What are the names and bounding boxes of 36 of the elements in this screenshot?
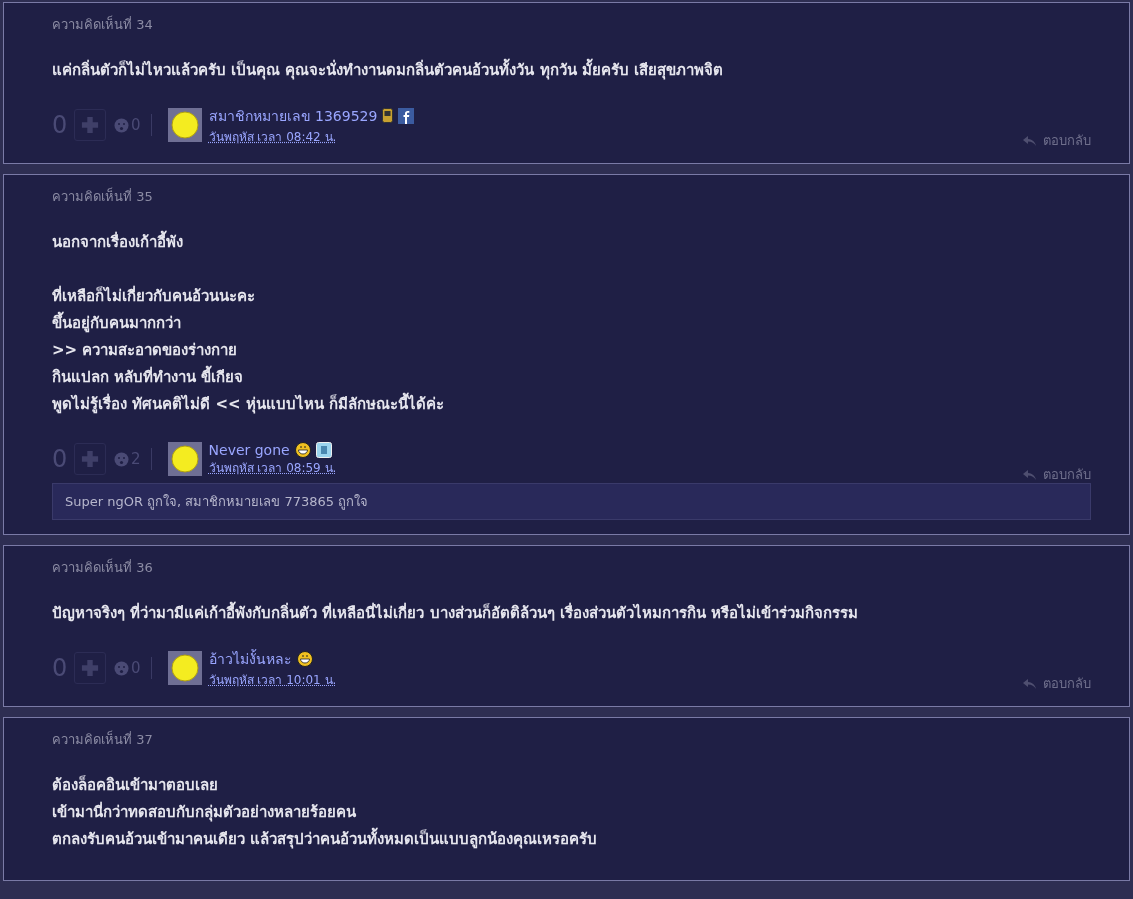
grin-icon — [296, 650, 313, 667]
reply-arrow-icon[interactable] — [1023, 468, 1037, 481]
emotion-icon[interactable] — [114, 117, 129, 133]
avatar[interactable] — [167, 651, 202, 685]
comment-text: ปัญหาจริงๆ ที่ว่ามามีแค่เก้าอี้พังกับกลิ่นตัว ที่เหลือนี่ไม่เกี่ยว บางส่วนก็อัตติล้วนๆ เรื่องส่วนตัวไหมการกิน หรือไม่เข้าร่วมกิจกรรม — [52, 600, 1091, 627]
plus-icon[interactable] — [81, 658, 99, 678]
comment-number: ความคิดเห็นที่ 35 — [52, 189, 154, 205]
comment-text: ที่เหลือก็ไม่เกี่ยวกับคนอ้วนนะคะ ขึ้นอยู่กับคนมากกว่า >> ความสะอาดของร่างกาย กินแปลก หลับที่ทำงาน ขี้เกียจ พูดไม่รู้เรื่อง ทัศนคติไม่ดี << หุ่นแบบไหน ก็มีลักษณะนี้ได้ค่ะ — [52, 284, 446, 416]
facebook-icon — [398, 107, 415, 124]
vote-plus-button[interactable] — [74, 652, 106, 684]
post-time-link[interactable]: วันพฤหัส เวลา 08:59 น. — [208, 457, 337, 477]
comment-text: นอกจากเรื่องเก้าอี้พัง — [52, 229, 1091, 256]
phone-icon — [382, 108, 394, 123]
comment-text: แค่กลิ่นตัวก็ไม่ไหวแล้วครับ เป็นคุณ คุณจะนั่งทำงานดมกลิ่นตัวคนอ้วนทั้งวัน ทุกวัน มั้ยครับ เสียสุขภาพจิต — [52, 57, 1091, 84]
emotion-icon[interactable] — [114, 451, 129, 467]
comment-text: ต้องล็อคอินเข้ามาตอบเลย เข้ามานี่กว่าทดสอบกับกลุ่มตัวอย่างหลายร้อยคน ตกลงรับคนอ้วนเข้ามาคนเดียว แล้วสรุปว่าคนอ้วนทั้งหมดเป็นแบบลูกน้องคุณเหรอครับ — [52, 774, 599, 851]
grin-icon — [294, 441, 311, 458]
post-time-link[interactable]: วันพฤหัส เวลา 08:42 น. — [208, 126, 415, 146]
author-link[interactable]: Never gone — [208, 441, 290, 458]
author-link[interactable]: อ้าวไม่งั้นหละ — [208, 647, 292, 670]
emotion-icon[interactable] — [114, 660, 129, 676]
vote-plus-button[interactable] — [74, 109, 106, 141]
comment-number: ความคิดเห็นที่ 34 — [52, 17, 154, 33]
plus-icon[interactable] — [81, 449, 99, 469]
avatar[interactable] — [167, 108, 202, 142]
comment-number: ความคิดเห็นที่ 36 — [52, 560, 154, 576]
post-time-link[interactable]: วันพฤหัส เวลา 10:01 น. — [208, 669, 337, 689]
vote-plus-button[interactable] — [74, 443, 106, 475]
likes-text: Super ngOR ถูกใจ, สมาชิกหมายเลข 773865 ถูกใจ — [52, 483, 1091, 520]
avatar[interactable] — [167, 442, 202, 476]
author-link[interactable]: สมาชิกหมายเลข 1369529 — [208, 104, 378, 127]
plus-icon[interactable] — [81, 115, 99, 135]
blog-icon — [315, 441, 332, 458]
reply-arrow-icon[interactable] — [1023, 677, 1037, 690]
comment-number: ความคิดเห็นที่ 37 — [52, 732, 154, 748]
reply-arrow-icon[interactable] — [1023, 134, 1037, 147]
